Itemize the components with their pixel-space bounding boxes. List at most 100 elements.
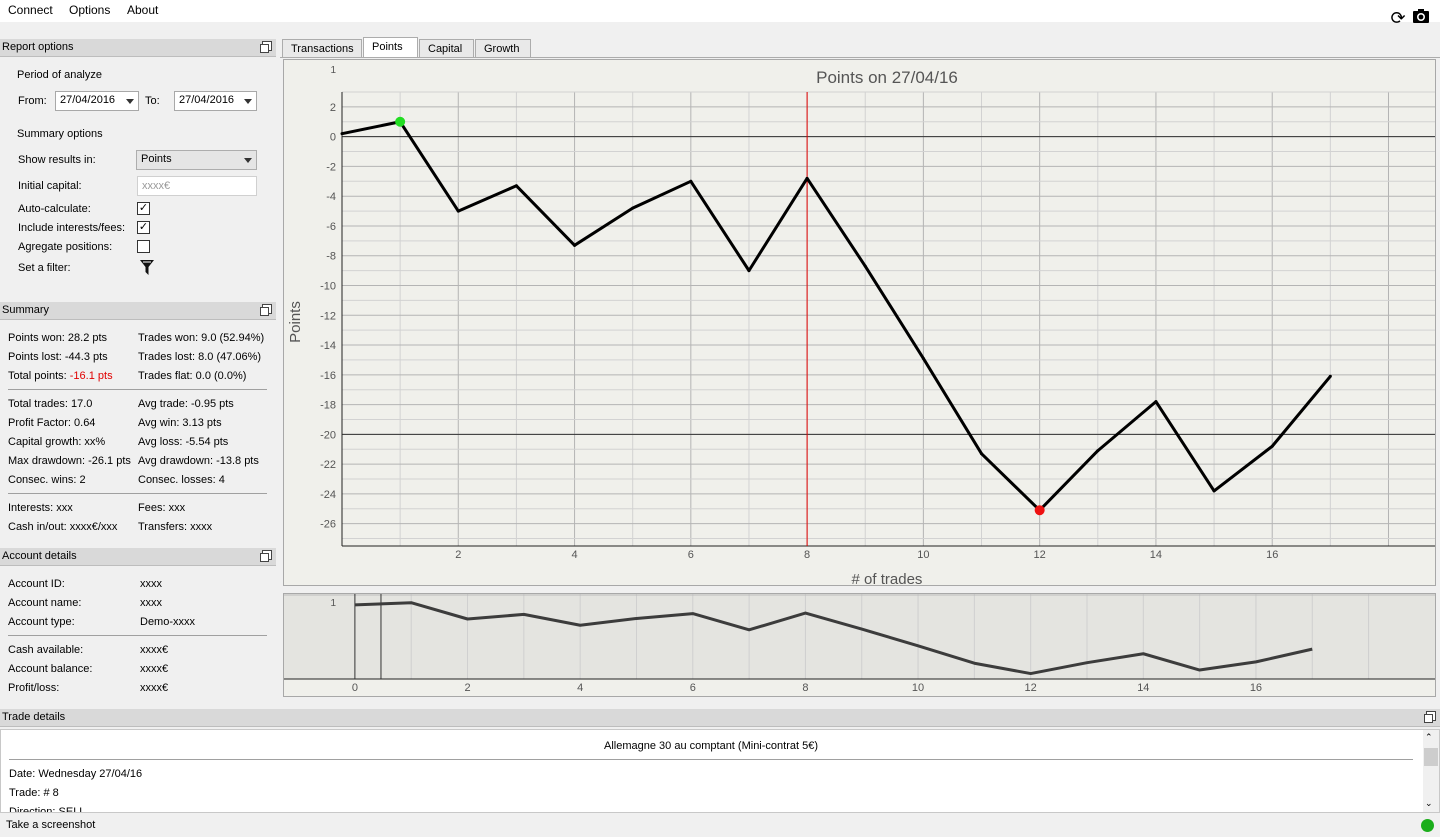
initial-capital-label: Initial capital: xyxy=(18,180,82,192)
fees: Fees: xxx xyxy=(138,502,186,514)
data-point xyxy=(980,452,984,456)
filter-label: Set a filter: xyxy=(18,262,71,274)
menu-options[interactable]: Options xyxy=(69,3,110,17)
refresh-icon[interactable]: ⟳ xyxy=(1388,8,1408,28)
account-balance-label: Account balance: xyxy=(8,663,93,675)
points-chart[interactable]: Points on 27/04/16 # of trades Points 1 2 0 -2… xyxy=(283,59,1436,588)
report-options-title-text: Report options xyxy=(2,41,74,53)
points-lost: Points lost: -44.3 pts xyxy=(8,351,108,363)
avg-drawdown: Avg drawdown: -13.8 pts xyxy=(138,455,259,467)
consec-losses: Consec. losses: 4 xyxy=(138,474,225,486)
initial-capital-input[interactable]: xxxx€ xyxy=(137,176,257,196)
to-date-value: 27/04/2016 xyxy=(179,94,235,106)
profit-loss-label: Profit/loss: xyxy=(8,682,60,694)
max-drawdown: Max drawdown: -26.1 pts xyxy=(8,455,131,467)
tab-points[interactable]: Points xyxy=(363,37,418,58)
total-points: Total points: -16.1 pts xyxy=(8,370,113,382)
account-name-value: xxxx xyxy=(140,597,162,609)
float-panel-icon[interactable] xyxy=(260,304,272,316)
show-results-label: Show results in: xyxy=(18,154,96,166)
account-balance-value: xxxx€ xyxy=(140,663,169,675)
overview-x-tick-label: 14 xyxy=(1137,682,1149,694)
show-results-value: Points xyxy=(141,153,172,165)
to-date-select[interactable]: 27/04/2016 xyxy=(174,91,257,111)
total-points-value: -16.1 pts xyxy=(69,370,113,382)
from-date-value: 27/04/2016 xyxy=(60,94,116,106)
data-point xyxy=(863,264,867,268)
y-tick-label: -26 xyxy=(320,519,336,531)
overview-chart[interactable]: 1 0 2 4 6 8 10 12 14 16 xyxy=(283,593,1436,697)
account-name-label: Account name: xyxy=(8,597,82,609)
y-tick-label: -2 xyxy=(326,161,336,173)
x-axis-label: # of trades xyxy=(852,571,923,585)
data-point xyxy=(689,179,693,183)
trades-lost: Trades lost: 8.0 (47.06%) xyxy=(138,351,262,363)
from-date-select[interactable]: 27/04/2016 xyxy=(55,91,139,111)
data-point xyxy=(1096,449,1100,453)
account-type-label: Account type: xyxy=(8,616,75,628)
account-details-title: Account details xyxy=(0,548,276,566)
tab-growth[interactable]: Growth xyxy=(475,39,531,58)
x-tick-label: 2 xyxy=(455,549,461,561)
auto-calc-label: Auto-calculate: xyxy=(18,203,91,215)
include-fees-checkbox[interactable]: ✓ xyxy=(137,221,150,234)
tab-transactions[interactable]: Transactions xyxy=(282,39,362,58)
y-tick-label: -12 xyxy=(320,310,336,322)
x-tick-label: 16 xyxy=(1266,549,1278,561)
account-id-label: Account ID: xyxy=(8,578,65,590)
chevron-down-icon[interactable]: ⌄ xyxy=(1425,798,1433,809)
y-tick-label: -14 xyxy=(320,340,336,352)
divider xyxy=(8,635,267,636)
chevron-up-icon[interactable]: ⌃ xyxy=(1425,732,1433,743)
trade-details-title: Trade details xyxy=(0,709,1440,727)
cash-inout: Cash in/out: xxxx€/xxx xyxy=(8,521,118,533)
overview-x-tick-label: 16 xyxy=(1250,682,1262,694)
y-tick-label: -10 xyxy=(320,281,336,293)
y-tick-label: -22 xyxy=(320,459,336,471)
menu-connect[interactable]: Connect xyxy=(8,3,53,17)
x-tick-label: 14 xyxy=(1150,549,1162,561)
data-point xyxy=(631,206,635,210)
data-point xyxy=(340,132,344,136)
chevron-down-icon xyxy=(126,99,134,104)
y-tick-label: 2 xyxy=(330,102,336,114)
data-point xyxy=(1212,489,1216,493)
y-axis-label: Points xyxy=(287,301,304,343)
float-panel-icon[interactable] xyxy=(260,41,272,53)
trade-details-title-text: Trade details xyxy=(2,711,66,723)
data-point xyxy=(747,269,751,273)
total-trades: Total trades: 17.0 xyxy=(8,398,93,410)
menu-about[interactable]: About xyxy=(127,3,158,17)
data-point xyxy=(573,243,577,247)
avg-win: Avg win: 3.13 pts xyxy=(138,417,222,429)
overview-x-tick-label: 2 xyxy=(464,682,470,694)
float-panel-icon[interactable] xyxy=(1424,711,1436,723)
menu-bar: Connect Options About xyxy=(0,0,1440,22)
tab-capital[interactable]: Capital xyxy=(419,39,474,58)
x-tick-label: 4 xyxy=(571,549,577,561)
overview-plot-area xyxy=(284,594,1435,679)
status-bar: Take a screenshot xyxy=(0,815,1440,837)
scrollbar[interactable]: ⌃ ⌄ xyxy=(1423,730,1439,812)
consec-wins: Consec. wins: 2 xyxy=(8,474,86,486)
show-results-select[interactable]: Points xyxy=(136,150,257,170)
y-tick-label: -8 xyxy=(326,251,336,263)
report-options-title: Report options xyxy=(0,39,276,57)
trade-number: Trade: # 8 xyxy=(9,787,59,799)
period-label: Period of analyze xyxy=(17,69,102,81)
filter-icon[interactable] xyxy=(139,259,155,277)
data-point xyxy=(1328,374,1332,378)
trade-details-area: Allemagne 30 au comptant (Mini-contrat 5… xyxy=(0,729,1440,813)
scrollbar-thumb[interactable] xyxy=(1424,748,1438,766)
trade-date: Date: Wednesday 27/04/16 xyxy=(9,768,143,780)
y-tick-label: -20 xyxy=(320,429,336,441)
capital-growth: Capital growth: xx% xyxy=(8,436,106,448)
auto-calc-checkbox[interactable]: ✓ xyxy=(137,202,150,215)
data-point xyxy=(456,209,460,213)
camera-icon[interactable] xyxy=(1411,8,1431,28)
float-panel-icon[interactable] xyxy=(260,550,272,562)
aggregate-checkbox[interactable] xyxy=(137,240,150,253)
plot-area xyxy=(342,92,1435,546)
profit-loss-value: xxxx€ xyxy=(140,682,169,694)
to-label: To: xyxy=(145,95,160,107)
